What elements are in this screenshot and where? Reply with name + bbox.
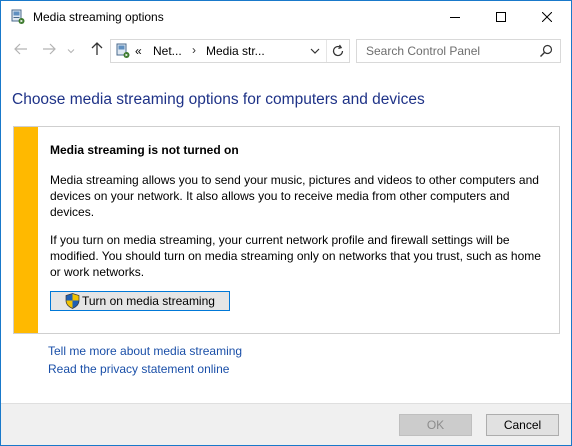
refresh-icon (330, 44, 346, 62)
maximize-button[interactable] (478, 1, 524, 32)
media-streaming-options-window: Media streaming options « Net... › Media… (0, 0, 572, 446)
panel-heading: Media streaming is not turned on (50, 143, 239, 157)
chevron-down-icon (308, 47, 322, 61)
recent-locations-button[interactable] (65, 42, 77, 58)
search-box[interactable] (356, 39, 561, 63)
cancel-button[interactable]: Cancel (486, 414, 559, 436)
up-button[interactable] (89, 41, 105, 59)
panel-description: Media streaming allows you to send your … (50, 173, 539, 219)
minimize-icon (450, 12, 460, 22)
title-bar[interactable]: Media streaming options (1, 1, 571, 32)
close-button[interactable] (524, 1, 570, 32)
address-overflow-button[interactable]: « (135, 44, 142, 58)
search-icon[interactable] (539, 44, 553, 58)
breadcrumb-separator[interactable]: › (192, 43, 196, 57)
refresh-button[interactable] (330, 43, 346, 59)
breadcrumb-network[interactable]: Net... (153, 44, 182, 58)
navigation-bar: « Net... › Media str... (1, 35, 571, 67)
arrow-left-icon (14, 43, 28, 58)
turn-on-media-streaming-button[interactable]: Turn on media streaming (50, 291, 230, 311)
arrow-up-icon (91, 41, 103, 59)
learn-more-link[interactable]: Tell me more about media streaming (48, 344, 242, 358)
window-title: Media streaming options (33, 10, 164, 24)
privacy-statement-link[interactable]: Read the privacy statement online (48, 362, 229, 376)
turn-on-media-streaming-label: Turn on media streaming (82, 294, 215, 308)
dialog-footer: OK Cancel (1, 403, 571, 445)
address-divider (326, 40, 327, 62)
media-streaming-icon (115, 43, 131, 59)
forward-button[interactable] (41, 42, 57, 58)
warning-accent-bar (14, 127, 38, 333)
chevron-down-icon (67, 43, 75, 57)
close-icon (542, 11, 552, 22)
breadcrumb-media-streaming[interactable]: Media str... (206, 44, 265, 58)
minimize-button[interactable] (432, 1, 478, 32)
search-input[interactable] (357, 40, 536, 62)
ok-button[interactable]: OK (399, 414, 472, 436)
panel-warning-text: If you turn on media streaming, your cur… (50, 233, 541, 279)
arrow-right-icon (42, 43, 56, 58)
uac-shield-icon (65, 293, 80, 309)
maximize-icon (496, 11, 506, 22)
address-bar[interactable]: « Net... › Media str... (110, 39, 350, 63)
address-dropdown-button[interactable] (308, 44, 322, 58)
media-streaming-icon (10, 9, 26, 25)
back-button[interactable] (13, 42, 29, 58)
media-streaming-status-panel: Media streaming is not turned on Media s… (13, 126, 560, 334)
page-title: Choose media streaming options for compu… (12, 91, 425, 108)
